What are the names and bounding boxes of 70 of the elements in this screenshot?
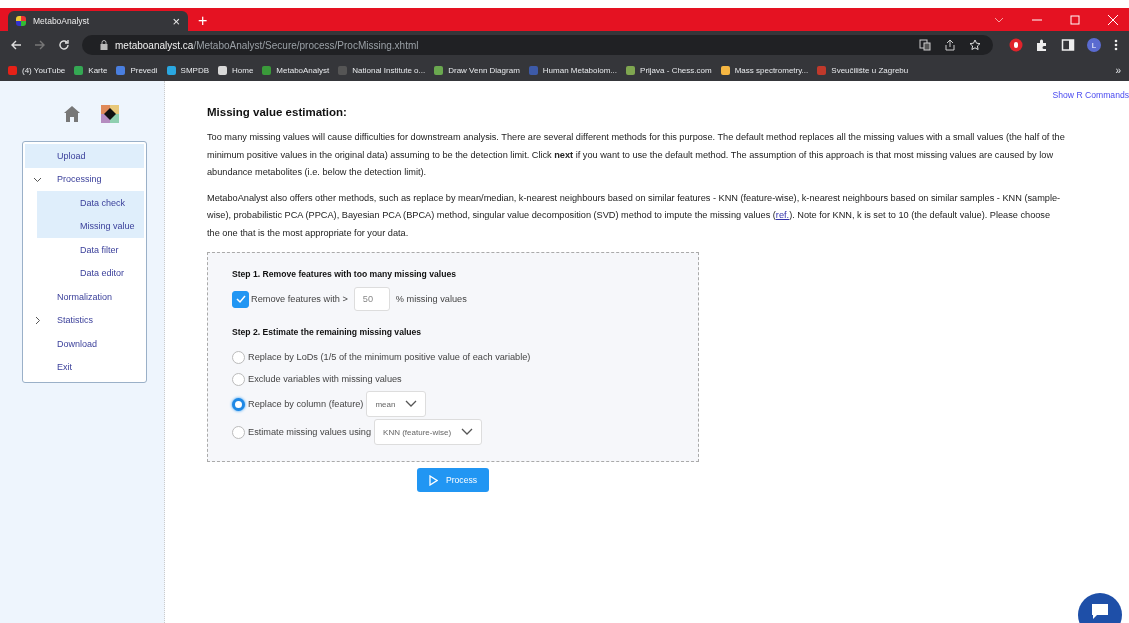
nav-subitem[interactable]: Missing value: [37, 214, 144, 238]
restore-icon[interactable]: [1069, 14, 1081, 26]
home-icon[interactable]: [62, 105, 81, 123]
puzzle-icon[interactable]: [1035, 38, 1049, 52]
close-icon[interactable]: [1107, 14, 1119, 26]
page-heading: Missing value estimation:: [207, 106, 348, 118]
bookmark[interactable]: MetaboAnalyst: [262, 65, 330, 75]
unit-label: % missing values: [395, 294, 467, 304]
option-label: Replace by LoDs (1/5 of the minimum positive value of each variable): [248, 352, 531, 362]
description-text: Too many missing values will cause difficulties for downstream analysis. There are several different methods for this purpose. The default method replaces all the missing values with a small values (the half of the minimum positive values in the original data) assuming to be the detection limit. Click next if you want to use the default method. The assumption of this approach is that most missing values are caused by low abundance metabolites (i.e. below the detection limit).: [207, 131, 1065, 179]
nav-subitem[interactable]: Data check: [37, 191, 144, 215]
bookmark[interactable]: Home: [218, 65, 254, 75]
bookmark[interactable]: Draw Venn Diagram: [434, 65, 520, 75]
address-bar[interactable]: metaboanalyst.ca/MetaboAnalyst/Secure/process/ProcMissing.xhtml: [82, 35, 993, 55]
side-panel-icon[interactable]: [1061, 38, 1075, 52]
nav-subitem[interactable]: Data editor: [37, 261, 144, 285]
bookmark[interactable]: SMPDB: [166, 65, 209, 75]
option-label: Estimate missing values using: [248, 427, 372, 437]
chevron-down-icon: [461, 428, 474, 436]
translate-icon[interactable]: [919, 39, 931, 51]
more-bookmarks-button[interactable]: »: [1115, 64, 1121, 76]
checkbox-label: Remove features with >: [251, 294, 348, 304]
lock-icon: [100, 40, 108, 50]
nav-item[interactable]: Exit: [25, 355, 144, 379]
nav-item[interactable]: Statistics: [25, 308, 144, 332]
radio-button[interactable]: [232, 425, 245, 439]
back-icon[interactable]: [10, 39, 22, 51]
menu-icon[interactable]: [1113, 38, 1119, 52]
profile-avatar[interactable]: L: [1087, 38, 1101, 52]
nav-item[interactable]: Normalization: [25, 285, 144, 309]
chat-icon: [1090, 601, 1110, 620]
method-dropdown[interactable]: mean: [366, 391, 427, 417]
method-dropdown[interactable]: KNN (feature-wise): [374, 419, 483, 445]
show-r-commands-link[interactable]: Show R Commands: [1052, 90, 1129, 106]
chevron-down-icon: [405, 400, 418, 408]
extension-icon[interactable]: [1009, 38, 1023, 52]
play-icon: [428, 474, 438, 486]
bookmark[interactable]: Sveučilište u Zagrebu: [817, 65, 909, 75]
nav-item[interactable]: Processing: [25, 167, 144, 191]
forward-icon[interactable]: [34, 39, 46, 51]
option-label: Exclude variables with missing values: [248, 374, 402, 384]
step-title: Step 1. Remove features with too many missing values: [232, 269, 457, 279]
bookmark[interactable]: Prijava - Chess.com: [626, 65, 712, 75]
bookmark[interactable]: Human Metabolom...: [528, 65, 618, 75]
reload-icon[interactable]: [58, 39, 70, 51]
option-label: Replace by column (feature): [248, 399, 364, 409]
star-icon[interactable]: [969, 39, 981, 51]
new-tab-button[interactable]: +: [194, 11, 212, 31]
bookmark[interactable]: (4) YouTube: [8, 65, 66, 75]
tab-title[interactable]: MetaboAnalyst: [33, 16, 166, 26]
radio-button[interactable]: [232, 372, 245, 386]
threshold-field[interactable]: 50: [353, 287, 390, 311]
bookmark[interactable]: National Institute o...: [338, 65, 426, 75]
radio-button[interactable]: [232, 350, 245, 364]
url-text: metaboanalyst.ca/MetaboAnalyst/Secure/process/ProcMissing.xhtml: [115, 39, 419, 51]
step-title: Step 2. Estimate the remaining missing values: [232, 327, 423, 337]
bookmark[interactable]: Prevedi: [116, 65, 158, 75]
chevron-right-icon: [33, 315, 42, 325]
share-icon[interactable]: [944, 39, 956, 51]
checkmark-icon: [234, 293, 247, 305]
bookmark[interactable]: Mass spectrometry...: [720, 65, 809, 75]
bookmark[interactable]: Karte: [74, 65, 108, 75]
nav-item[interactable]: Upload: [25, 144, 144, 168]
methods-text: MetaboAnalyst also offers other methods, such as replace by mean/median, k-nearest neighbours based on similar features - KNN (feature-wise), k-nearest neighbours based on similar samples - KNN (sample-wise), probabilistic PCA (PPCA), Bayesian PCA (BPCA) method, singular value decomposition (SVD) method to impute the missing values (ref.). Note for KNN, k is set to 10 (the default value). Please choose the one that is the most appropriate for your data.: [207, 191, 1062, 240]
radio-button[interactable]: [232, 397, 245, 411]
nav-item[interactable]: Download: [25, 332, 144, 356]
tab-favicon: [16, 16, 26, 26]
nav-subitem[interactable]: Data filter: [37, 238, 144, 262]
close-tab-button[interactable]: ×: [172, 14, 180, 28]
checkbox[interactable]: [232, 290, 249, 308]
